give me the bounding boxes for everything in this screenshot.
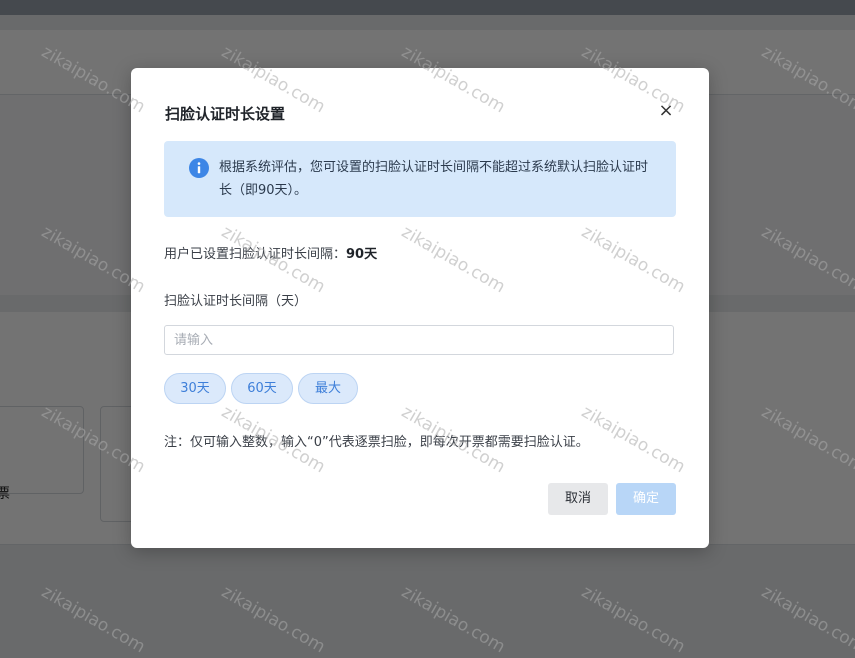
preset-max-button[interactable]: 最大 xyxy=(298,373,358,404)
face-auth-duration-dialog: 扫脸认证时长设置 × 根据系统评估，您可设置的扫脸认证时长间隔不能超过系统默认扫… xyxy=(131,68,709,548)
close-icon[interactable]: × xyxy=(657,101,675,121)
input-note: 注：仅可输入整数，输入“0”代表逐票扫脸，即每次开票都需要扫脸认证。 xyxy=(164,435,589,450)
info-icon xyxy=(189,158,209,178)
confirm-button[interactable]: 确定 xyxy=(616,483,676,515)
info-alert: 根据系统评估，您可设置的扫脸认证时长间隔不能超过系统默认扫脸认证时长（即90天）… xyxy=(164,141,676,217)
info-message: 根据系统评估，您可设置的扫脸认证时长间隔不能超过系统默认扫脸认证时长（即90天）… xyxy=(219,160,649,198)
dialog-title: 扫脸认证时长设置 xyxy=(165,105,286,123)
preset-30-days-button[interactable]: 30天 xyxy=(164,373,226,404)
preset-60-days-button[interactable]: 60天 xyxy=(231,373,293,404)
current-setting-value: 90天 xyxy=(346,247,378,262)
cancel-button[interactable]: 取消 xyxy=(548,483,608,515)
current-setting-label: 用户已设置扫脸认证时长间隔： xyxy=(164,247,347,262)
current-setting: 用户已设置扫脸认证时长间隔：90天 xyxy=(164,243,377,262)
duration-input[interactable] xyxy=(164,325,674,355)
duration-field-label: 扫脸认证时长间隔（天） xyxy=(164,294,308,309)
